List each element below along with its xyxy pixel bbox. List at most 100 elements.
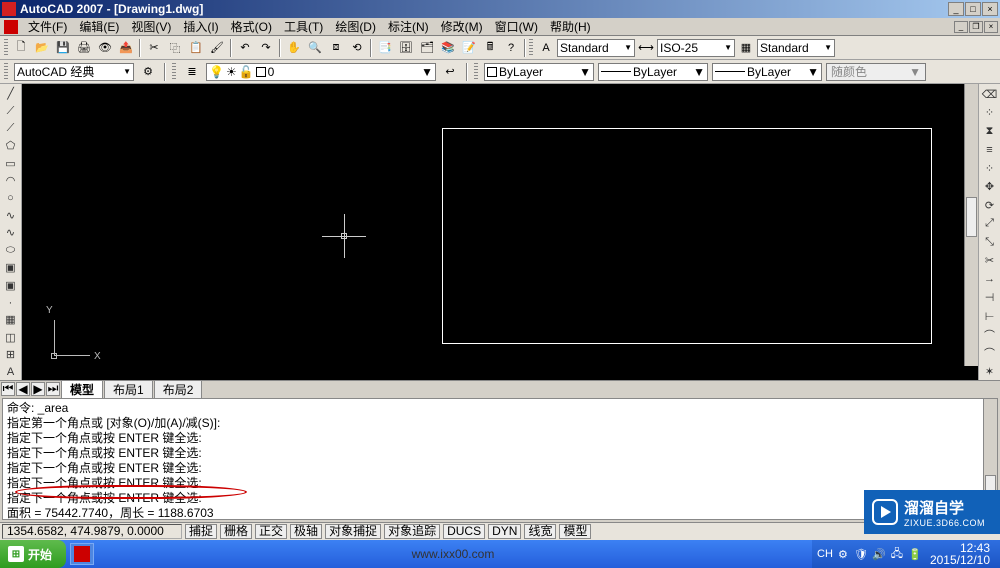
menu-edit[interactable]: 编辑(E) — [73, 17, 125, 36]
linetype-dropdown[interactable]: ByLayer▼ — [598, 63, 708, 81]
close-button[interactable]: × — [982, 2, 998, 16]
text-style-icon[interactable]: A — [536, 38, 556, 58]
scrollbar-thumb[interactable] — [966, 197, 977, 237]
toolbar-grip[interactable] — [172, 63, 176, 81]
zoom-previous-button[interactable]: ⟲ — [347, 38, 367, 58]
insert-block-tool[interactable] — [2, 260, 20, 275]
menu-file[interactable]: 文件(F) — [22, 17, 73, 36]
menu-format[interactable]: 格式(O) — [225, 17, 278, 36]
tray-icon[interactable]: 🔋 — [908, 547, 922, 561]
explode-tool[interactable] — [981, 364, 999, 381]
line-tool[interactable] — [2, 86, 20, 101]
break-tool[interactable]: ⊣ — [981, 290, 999, 307]
toolbar-grip[interactable] — [4, 39, 8, 57]
layout-nav-prev[interactable]: ◀ — [16, 382, 30, 396]
menu-window[interactable]: 窗口(W) — [489, 17, 544, 36]
start-button[interactable]: ⊞ 开始 — [0, 540, 66, 568]
revision-cloud-tool[interactable] — [2, 208, 20, 223]
circle-tool[interactable] — [2, 190, 20, 205]
command-window[interactable]: 命令: _area 指定第一个角点或 [对象(O)/加(A)/减(S)]: 指定… — [2, 398, 998, 520]
workspace-settings-button[interactable]: ⚙ — [138, 62, 158, 82]
toolbar-grip[interactable] — [529, 39, 533, 57]
mirror-tool[interactable] — [981, 123, 999, 140]
zoom-realtime-button[interactable] — [305, 38, 325, 58]
plot-button[interactable] — [74, 38, 94, 58]
save-button[interactable] — [53, 38, 73, 58]
dyn-toggle[interactable]: DYN — [488, 524, 521, 539]
point-tool[interactable] — [2, 295, 20, 310]
menu-modify[interactable]: 修改(M) — [435, 17, 489, 36]
copy-button[interactable] — [165, 38, 185, 58]
arc-tool[interactable] — [2, 173, 20, 188]
toolbar-grip[interactable] — [4, 63, 8, 81]
menu-draw[interactable]: 绘图(D) — [329, 17, 382, 36]
copy-tool[interactable] — [981, 105, 999, 122]
properties-button[interactable]: 📑 — [375, 38, 395, 58]
open-button[interactable] — [32, 38, 52, 58]
taskbar-clock[interactable]: 12:43 2015/12/10 — [926, 542, 994, 566]
pan-button[interactable] — [284, 38, 304, 58]
erase-tool[interactable] — [981, 86, 999, 103]
fillet-tool[interactable] — [981, 345, 999, 362]
new-button[interactable] — [11, 38, 31, 58]
chamfer-tool[interactable] — [981, 327, 999, 344]
designcenter-button[interactable]: 🗄 — [396, 38, 416, 58]
spline-tool[interactable] — [2, 225, 20, 240]
maximize-button[interactable]: □ — [965, 2, 981, 16]
layout-tab-layout1[interactable]: 布局1 — [104, 380, 153, 398]
region-tool[interactable] — [2, 330, 20, 345]
hatch-tool[interactable] — [2, 312, 20, 327]
zoom-window-button[interactable]: ⧈ — [326, 38, 346, 58]
construction-line-tool[interactable] — [2, 103, 20, 118]
lwt-toggle[interactable]: 线宽 — [524, 524, 556, 539]
scale-tool[interactable] — [981, 216, 999, 233]
table-style-icon[interactable]: ▦ — [736, 38, 756, 58]
array-tool[interactable] — [981, 160, 999, 177]
ime-indicator[interactable]: CH — [818, 547, 832, 561]
layer-manager-button[interactable] — [182, 62, 202, 82]
tray-icon[interactable]: 🛡 — [854, 547, 868, 561]
move-tool[interactable] — [981, 179, 999, 196]
stretch-tool[interactable]: ⤡ — [981, 234, 999, 251]
polygon-tool[interactable] — [2, 138, 20, 153]
drawing-canvas[interactable]: Y X — [22, 84, 978, 380]
layout-tab-model[interactable]: 模型 — [61, 380, 103, 398]
otrack-toggle[interactable]: 对象追踪 — [384, 524, 440, 539]
toolpalettes-button[interactable]: 🗂 — [417, 38, 437, 58]
minimize-button[interactable]: _ — [948, 2, 964, 16]
vertical-scrollbar[interactable] — [964, 84, 978, 366]
tray-network-icon[interactable]: 🖧 — [890, 547, 904, 561]
table-style-dropdown[interactable]: Standard▼ — [757, 39, 835, 57]
coordinates-display[interactable]: 1354.6582, 474.9879, 0.0000 — [2, 524, 182, 539]
menu-help[interactable]: 帮助(H) — [544, 17, 597, 36]
ortho-toggle[interactable]: 正交 — [255, 524, 287, 539]
offset-tool[interactable] — [981, 142, 999, 159]
tray-volume-icon[interactable]: 🔊 — [872, 547, 886, 561]
modelspace[interactable]: Y X — [22, 84, 978, 380]
publish-button[interactable]: 📤 — [116, 38, 136, 58]
plot-style-dropdown[interactable]: 随颜色▼ — [826, 63, 926, 81]
tray-icon[interactable]: ⚙ — [836, 547, 850, 561]
polar-toggle[interactable]: 极轴 — [290, 524, 322, 539]
menu-dim[interactable]: 标注(N) — [382, 17, 435, 36]
grid-toggle[interactable]: 栅格 — [220, 524, 252, 539]
cut-button[interactable] — [144, 38, 164, 58]
matchprop-button[interactable] — [207, 38, 227, 58]
join-tool[interactable]: ⊢ — [981, 308, 999, 325]
ducs-toggle[interactable]: DUCS — [443, 524, 485, 539]
dim-style-dropdown[interactable]: ISO-25▼ — [657, 39, 735, 57]
trim-tool[interactable] — [981, 253, 999, 270]
help-button[interactable] — [501, 38, 521, 58]
snap-toggle[interactable]: 捕捉 — [185, 524, 217, 539]
sheetset-button[interactable]: 📚 — [438, 38, 458, 58]
mdi-close-button[interactable]: × — [984, 21, 998, 33]
mdi-restore-button[interactable]: ❐ — [969, 21, 983, 33]
table-tool[interactable] — [2, 347, 20, 362]
osnap-toggle[interactable]: 对象捕捉 — [325, 524, 381, 539]
layout-nav-last[interactable]: ⏭ — [46, 382, 60, 396]
markup-button[interactable]: 📝 — [459, 38, 479, 58]
menu-tools[interactable]: 工具(T) — [278, 17, 329, 36]
drawn-rectangle[interactable] — [442, 128, 932, 344]
layer-dropdown[interactable]: 💡 ☀ 🔓 0 ▼ — [206, 63, 436, 81]
layout-nav-next[interactable]: ▶ — [31, 382, 45, 396]
